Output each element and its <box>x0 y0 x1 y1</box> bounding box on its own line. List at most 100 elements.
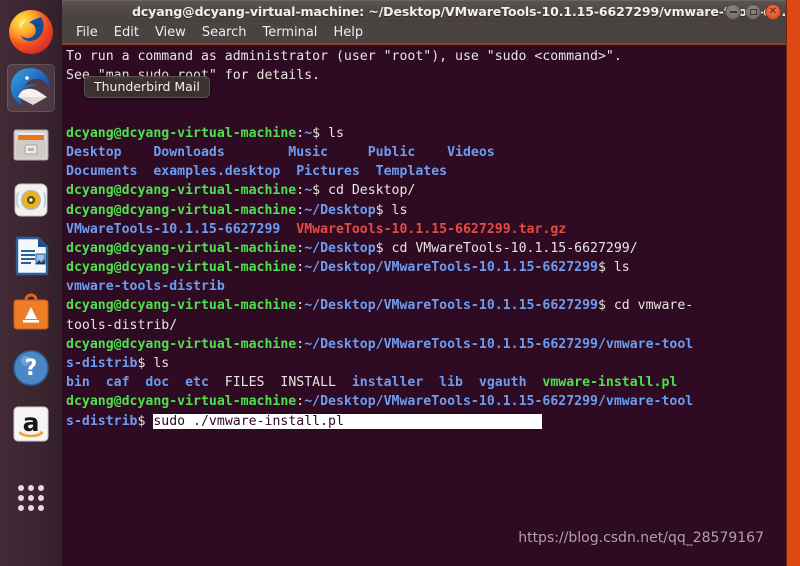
launcher-show-applications[interactable] <box>7 474 55 522</box>
terminal-text-plain: FILES INSTALL <box>208 375 352 391</box>
terminal-text-plain: $ cd VMwareTools-10.1.15-6627299/ <box>375 240 638 256</box>
terminal-text-plain: : <box>296 298 305 314</box>
terminal-text-path: ~/Desktop <box>304 202 376 218</box>
unity-launcher: ? a <box>0 0 62 566</box>
terminal-text-path: ~/Desktop/VMwareTools-10.1.15-6627299/vm… <box>304 336 694 352</box>
terminal-text-dir: installer lib vgauth <box>351 375 527 391</box>
menu-item-edit[interactable]: Edit <box>106 24 147 41</box>
launcher-item-thunderbird[interactable] <box>7 64 55 112</box>
terminal-text-plain: : <box>296 125 305 141</box>
terminal-text-user: dcyang@dcyang-virtual-machine <box>66 394 297 410</box>
launcher-item-ubuntu-software[interactable] <box>7 288 55 336</box>
terminal-text-plain <box>280 222 296 237</box>
launcher-item-files[interactable] <box>7 120 55 168</box>
terminal-text-plain: : <box>296 394 305 410</box>
dot <box>18 505 24 511</box>
dot <box>18 485 24 491</box>
dot <box>38 485 44 491</box>
terminal-text-plain: : <box>296 240 305 256</box>
window-controls: ✕ <box>725 1 781 23</box>
firefox-icon <box>9 10 53 54</box>
terminal-text-dir: Documents examples.desktop Pictures Temp… <box>66 164 448 180</box>
terminal-text-plain: tools-distrib/ <box>66 317 178 333</box>
svg-text:?: ? <box>25 356 38 381</box>
terminal-line: VMwareTools-10.1.15-6627299 VMwareTools-… <box>66 220 786 239</box>
terminal-text-exec: vmware-install.pl <box>542 375 678 391</box>
maximize-glyph <box>749 9 757 15</box>
terminal-text-path: s-distrib <box>66 356 138 371</box>
maximize-button[interactable] <box>745 4 761 20</box>
menu-bar: File Edit View Search Terminal Help <box>62 22 786 45</box>
file-manager-icon <box>13 129 49 161</box>
menu-item-help[interactable]: Help <box>325 24 371 41</box>
dot <box>28 485 34 491</box>
terminal-line: Desktop Downloads Music Public Videos <box>66 143 786 162</box>
terminal-line: dcyang@dcyang-virtual-machine:~/Desktop/… <box>66 296 786 315</box>
dot <box>28 495 34 501</box>
terminal-text-dir: vmware-tools-distrib <box>66 279 225 295</box>
minimize-button[interactable] <box>725 4 741 20</box>
terminal-text-user: dcyang@dcyang-virtual-machine <box>66 240 297 256</box>
terminal-text-plain: $ ls <box>137 356 170 371</box>
terminal-line: dcyang@dcyang-virtual-machine:~/Desktop/… <box>66 392 786 411</box>
terminal-text-selblank <box>343 413 543 429</box>
terminal-text-dir: bin caf doc etc <box>66 375 209 391</box>
launcher-item-firefox[interactable] <box>7 8 55 56</box>
terminal-line: To run a command as administrator (user … <box>66 47 786 66</box>
terminal-line: dcyang@dcyang-virtual-machine:~/Desktop/… <box>66 258 786 277</box>
terminal-text-arch: VMwareTools-10.1.15-6627299.tar.gz <box>296 221 567 237</box>
terminal-line: dcyang@dcyang-virtual-machine:~/Desktop$… <box>66 201 786 220</box>
music-player-icon <box>14 183 48 217</box>
terminal-text-plain <box>527 375 543 390</box>
terminal-body[interactable]: To run a command as administrator (user … <box>62 45 786 566</box>
dot <box>28 505 34 511</box>
software-center-icon <box>13 293 49 330</box>
terminal-text-plain: $ <box>137 413 154 429</box>
terminal-line: dcyang@dcyang-virtual-machine:~/Desktop/… <box>66 335 786 354</box>
terminal-output: To run a command as administrator (user … <box>66 47 786 431</box>
menu-item-terminal[interactable]: Terminal <box>254 24 325 41</box>
terminal-text-path: ~/Desktop/VMwareTools-10.1.15-6627299/vm… <box>304 394 694 410</box>
terminal-text-plain: $ ls <box>375 202 408 218</box>
terminal-window: dcyang@dcyang-virtual-machine: ~/Desktop… <box>62 0 786 566</box>
close-glyph: ✕ <box>768 6 778 17</box>
close-button[interactable]: ✕ <box>765 4 781 20</box>
terminal-text-path: ~ <box>304 183 313 199</box>
dot <box>38 505 44 511</box>
terminal-text-user: dcyang@dcyang-virtual-machine <box>66 125 297 141</box>
terminal-line: vmware-tools-distrib <box>66 277 786 296</box>
menu-item-view[interactable]: View <box>147 24 194 41</box>
terminal-line: dcyang@dcyang-virtual-machine:~$ cd Desk… <box>66 181 786 200</box>
terminal-text-plain: $ ls <box>597 260 630 276</box>
terminal-text-user: dcyang@dcyang-virtual-machine <box>66 260 297 276</box>
dot <box>38 495 44 501</box>
minimize-glyph <box>729 11 737 13</box>
terminal-text-user: dcyang@dcyang-virtual-machine <box>66 183 297 199</box>
terminal-text-path: s-distrib <box>66 413 138 429</box>
terminal-text-user: dcyang@dcyang-virtual-machine <box>66 336 297 352</box>
terminal-line: Documents examples.desktop Pictures Temp… <box>66 162 786 181</box>
terminal-line: dcyang@dcyang-virtual-machine:~$ ls <box>66 124 786 143</box>
document-icon <box>15 236 49 276</box>
terminal-text-plain: $ cd vmware- <box>597 298 694 314</box>
terminal-text-path: ~/Desktop/VMwareTools-10.1.15-6627299 <box>304 298 598 314</box>
terminal-text-dir: Desktop Downloads Music Public Videos <box>66 144 495 160</box>
terminal-text-path: ~/Desktop <box>304 240 376 256</box>
launcher-item-rhythmbox[interactable] <box>7 176 55 224</box>
menu-item-file[interactable]: File <box>68 24 106 41</box>
terminal-text-user: dcyang@dcyang-virtual-machine <box>66 298 297 314</box>
terminal-text-dir: VMwareTools-10.1.15-6627299 <box>66 221 281 237</box>
terminal-line: bin caf doc etc FILES INSTALL installer … <box>66 373 786 392</box>
launcher-item-help[interactable]: ? <box>7 344 55 392</box>
terminal-line: tools-distrib/ <box>66 316 786 335</box>
help-icon: ? <box>13 350 49 386</box>
window-title: dcyang@dcyang-virtual-machine: ~/Desktop… <box>132 4 786 19</box>
svg-text:a: a <box>23 408 40 437</box>
launcher-item-libreoffice-writer[interactable] <box>7 232 55 280</box>
menu-item-search[interactable]: Search <box>194 24 255 41</box>
terminal-text-plain: : <box>296 336 305 352</box>
window-titlebar[interactable]: dcyang@dcyang-virtual-machine: ~/Desktop… <box>62 0 786 22</box>
launcher-item-amazon[interactable]: a <box>7 400 55 448</box>
terminal-line: s-distrib$ sudo ./vmware-install.pl <box>66 412 786 431</box>
